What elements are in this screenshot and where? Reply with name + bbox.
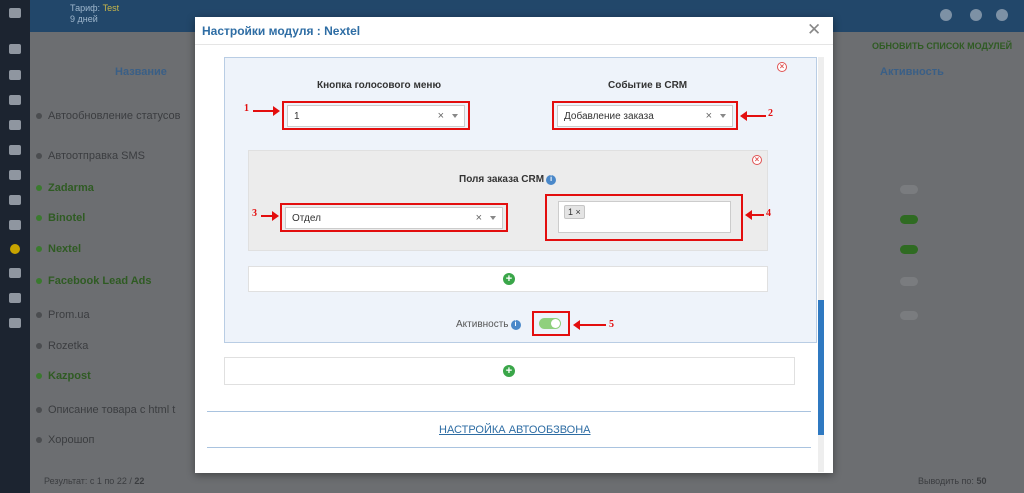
divider (207, 411, 811, 412)
monitor-icon[interactable] (9, 44, 21, 54)
annotation-5: 5 (609, 319, 614, 330)
arrow-4 (745, 210, 764, 220)
logo-icon (9, 8, 21, 18)
user-icon[interactable] (940, 9, 952, 21)
activity-label: Активность i (456, 319, 521, 330)
module-name: Rozetka (48, 340, 89, 352)
coin-icon[interactable] (10, 244, 20, 254)
video-icon[interactable] (9, 318, 21, 328)
info-icon[interactable] (9, 268, 21, 278)
megaphone-icon[interactable] (9, 170, 21, 180)
module-row[interactable]: Описание товара с html t (36, 404, 175, 416)
highlight-box-4 (545, 194, 743, 241)
divider (207, 447, 811, 448)
status-dot (36, 113, 42, 119)
pagination-result: Результат: с 1 по 22 / 22 (44, 476, 145, 486)
module-name: Prom.ua (48, 309, 90, 321)
module-toggle[interactable] (900, 277, 918, 286)
status-dot (36, 407, 42, 413)
module-toggle[interactable] (900, 311, 918, 320)
chart-icon[interactable] (9, 220, 21, 230)
status-dot (36, 215, 42, 221)
remove-rule-icon[interactable]: × (777, 62, 787, 72)
module-name: Описание товара с html t (48, 404, 176, 416)
gear-icon[interactable] (996, 9, 1008, 21)
add-order-field-row[interactable]: + (248, 266, 768, 292)
module-name: Facebook Lead Ads (48, 275, 152, 287)
modal-header: Настройки модуля : Nextel ✕ (195, 17, 833, 45)
status-dot (36, 185, 42, 191)
status-dot (36, 343, 42, 349)
module-row[interactable]: Автообновление статусов (36, 110, 181, 122)
add-rule-icon[interactable]: + (503, 365, 515, 377)
status-dot (36, 437, 42, 443)
arrow-3 (261, 211, 279, 221)
annotation-3: 3 (252, 208, 257, 219)
module-row[interactable]: Zadarma (36, 182, 94, 194)
column-header-name[interactable]: Название (115, 66, 167, 78)
info-icon[interactable]: i (510, 320, 521, 330)
annotation-4: 4 (766, 208, 771, 219)
tariff-info: Тариф: Test 9 дней (70, 3, 120, 24)
module-name: Хорошоп (48, 434, 95, 446)
module-settings-modal: Настройки модуля : Nextel ✕ × Кнопка гол… (195, 17, 833, 473)
modal-title: Настройки модуля : Nextel (202, 24, 361, 38)
status-dot (36, 246, 42, 252)
eye-icon[interactable] (9, 293, 21, 303)
cart-icon[interactable] (9, 95, 21, 105)
module-name: Автоотправка SMS (48, 150, 145, 162)
arrow-2 (740, 111, 766, 121)
bell-icon[interactable] (970, 9, 982, 21)
module-row[interactable]: Prom.ua (36, 309, 90, 321)
module-name: Kazpost (48, 370, 91, 382)
module-row[interactable]: Facebook Lead Ads (36, 275, 152, 287)
status-dot (36, 278, 42, 284)
module-name: Zadarma (48, 182, 94, 194)
order-fields-label: Поля заказа CRM i (459, 174, 557, 185)
module-toggle[interactable] (900, 245, 918, 254)
box-icon[interactable] (9, 120, 21, 130)
scrollbar-thumb[interactable] (818, 300, 824, 435)
add-rule-row[interactable]: + (224, 357, 795, 385)
info-icon[interactable]: i (546, 175, 557, 185)
users-icon[interactable] (9, 195, 21, 205)
annotation-2: 2 (768, 108, 773, 119)
status-dot (36, 373, 42, 379)
module-toggle[interactable] (900, 185, 918, 194)
voice-menu-label: Кнопка голосового меню (317, 80, 441, 91)
highlight-box-5 (532, 311, 570, 336)
highlight-box-3 (280, 203, 508, 232)
arrow-1 (253, 106, 280, 116)
module-toggle[interactable] (900, 215, 918, 224)
crm-event-label: Событие в CRM (608, 80, 688, 91)
module-row[interactable]: Хорошоп (36, 434, 94, 446)
arrow-5 (573, 320, 606, 330)
per-page[interactable]: Выводить по: 50 (918, 476, 986, 486)
highlight-box-1 (282, 101, 470, 130)
status-dot (36, 153, 42, 159)
autodial-settings-link[interactable]: НАСТРОЙКА АВТООБЗВОНА (439, 424, 591, 436)
app-sidebar (0, 0, 30, 493)
module-row[interactable]: Nextel (36, 243, 81, 255)
contacts-icon[interactable] (9, 70, 21, 80)
module-row[interactable]: Binotel (36, 212, 85, 224)
module-name: Автообновление статусов (48, 110, 181, 122)
highlight-box-2 (552, 101, 738, 130)
module-row[interactable]: Автоотправка SMS (36, 150, 145, 162)
remove-field-icon[interactable]: × (752, 155, 762, 165)
close-icon[interactable]: ✕ (807, 20, 821, 40)
module-name: Nextel (48, 243, 82, 255)
status-dot (36, 312, 42, 318)
add-field-icon[interactable]: + (503, 273, 515, 285)
annotation-1: 1 (244, 103, 249, 114)
inbox-icon[interactable] (9, 145, 21, 155)
module-name: Binotel (48, 212, 86, 224)
refresh-modules-button[interactable]: ОБНОВИТЬ СПИСОК МОДУЛЕЙ (872, 41, 1012, 51)
column-header-activity[interactable]: Активность (880, 66, 944, 78)
module-row[interactable]: Rozetka (36, 340, 88, 352)
module-row[interactable]: Kazpost (36, 370, 91, 382)
